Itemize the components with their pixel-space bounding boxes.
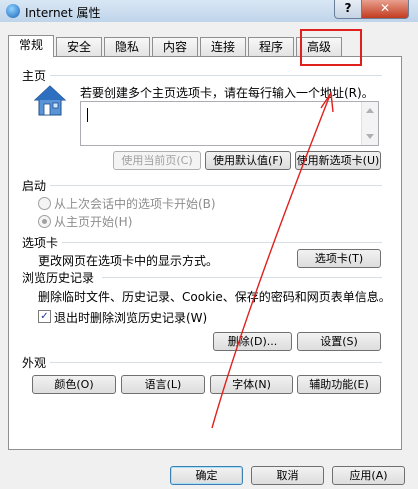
use-default-button[interactable]: 使用默认值(F): [205, 151, 291, 170]
radio-last-session-label: 从上次会话中的选项卡开始(B): [54, 197, 216, 211]
history-divider: [102, 277, 382, 278]
tab-general[interactable]: 常规: [8, 35, 54, 57]
radio-home-label: 从主页开始(H): [54, 215, 133, 229]
history-settings-button[interactable]: 设置(S): [297, 332, 381, 351]
tab-privacy[interactable]: 隐私: [104, 37, 150, 56]
tab-advanced[interactable]: 高级: [296, 37, 342, 56]
ok-button[interactable]: 确定: [170, 466, 243, 485]
cancel-button[interactable]: 取消: [251, 466, 324, 485]
tab-connections[interactable]: 连接: [200, 37, 246, 56]
languages-button[interactable]: 语言(L): [121, 375, 205, 394]
startup-divider: [50, 185, 382, 186]
tab-programs[interactable]: 程序: [248, 37, 294, 56]
tabs-group-label: 选项卡: [22, 236, 59, 250]
home-icon: [33, 85, 67, 116]
apply-button[interactable]: 应用(A): [332, 466, 405, 485]
history-description: 删除临时文件、历史记录、Cookie、保存的密码和网页表单信息。: [38, 290, 391, 304]
radio-home[interactable]: [38, 215, 51, 228]
home-url-textarea[interactable]: [80, 101, 379, 146]
text-caret: [87, 108, 88, 122]
title-bar[interactable]: Internet 属性 ? ✕: [0, 0, 418, 22]
colors-button[interactable]: 颜色(O): [32, 375, 116, 394]
delete-button[interactable]: 删除(D)...: [213, 332, 292, 351]
home-group-label: 主页: [22, 69, 47, 83]
home-divider: [50, 75, 382, 76]
delete-on-exit-checkbox[interactable]: ✓: [38, 310, 51, 323]
home-description: 若要创建多个主页选项卡，请在每行输入一个地址(R)。: [80, 86, 374, 100]
scroll-down-icon[interactable]: [366, 134, 374, 139]
tab-security[interactable]: 安全: [56, 37, 102, 56]
delete-on-exit-label: 退出时删除浏览历史记录(W): [54, 311, 208, 325]
appearance-group-label: 外观: [22, 356, 47, 370]
appearance-divider: [50, 362, 382, 363]
tabs-button[interactable]: 选项卡(T): [297, 249, 381, 268]
startup-group-label: 启动: [22, 179, 47, 193]
radio-last-session[interactable]: [38, 197, 51, 210]
use-current-button[interactable]: 使用当前页(C): [113, 151, 201, 170]
url-scrollbar[interactable]: [361, 102, 378, 145]
use-new-tab-button[interactable]: 使用新选项卡(U): [295, 151, 381, 170]
help-button[interactable]: ?: [334, 0, 362, 19]
fonts-button[interactable]: 字体(N): [210, 375, 293, 394]
window-title: Internet 属性: [25, 6, 101, 20]
tabs-description: 更改网页在选项卡中的显示方式。: [38, 254, 219, 268]
accessibility-button[interactable]: 辅助功能(E): [297, 375, 381, 394]
tabs-divider: [62, 242, 382, 243]
internet-options-icon: [6, 4, 20, 18]
scroll-up-icon[interactable]: [366, 108, 374, 113]
history-group-label: 浏览历史记录: [22, 271, 95, 285]
tab-content[interactable]: 内容: [152, 37, 198, 56]
close-button[interactable]: ✕: [361, 0, 409, 19]
